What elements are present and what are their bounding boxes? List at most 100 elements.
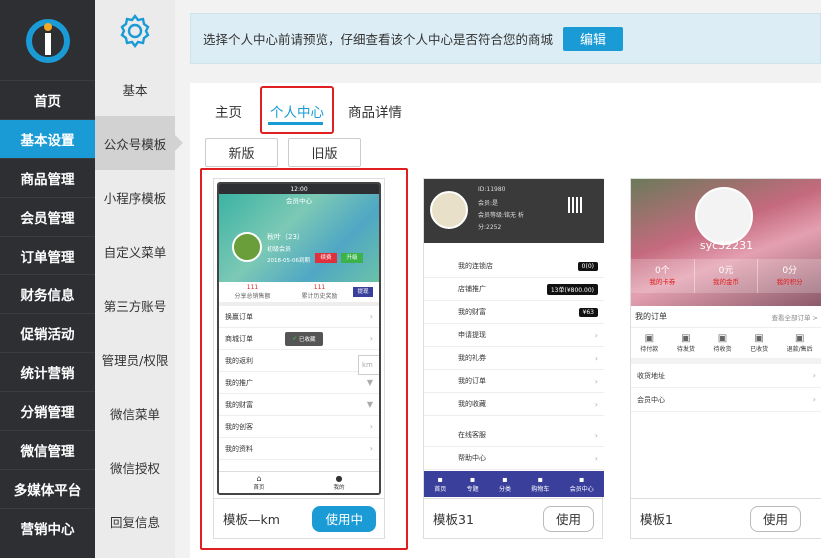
stats-row: 0个 我的卡券 0元 我的金币 0分 我的积分 — [631, 259, 821, 293]
stat-item[interactable]: 0个 我的卡券 — [631, 259, 695, 293]
nav-item-10[interactable]: 多媒体平台 — [0, 468, 95, 508]
nav-item-6[interactable]: 促销活动 — [0, 313, 95, 352]
template-preview-1: syc32231 0个 我的卡券 0元 我的金币 0分 我的积分 我的订单 查看全部订单 … — [631, 179, 821, 497]
chevron-right-icon: › — [594, 376, 598, 386]
order-status-label: 待发货 — [676, 346, 695, 353]
nav-item-8[interactable]: 分销管理 — [0, 391, 95, 430]
order-status-label: 待付款 — [640, 346, 659, 353]
nav-item-3[interactable]: 会员管理 — [0, 196, 95, 236]
order-status-icon: ▣ — [754, 333, 764, 344]
order-status-label: 待收货 — [713, 346, 732, 353]
secondary-sidebar: 基本 公众号模板 小程序模板 自定义菜单 第三方账号 管理员/权限 微信菜单 微信授权 回复信息 — [95, 0, 183, 558]
edit-button[interactable]: 编辑 — [563, 26, 624, 51]
chevron-right-icon: › — [594, 430, 598, 440]
template-panel: 主页 个人中心 商品详情 新版 旧版 12:00 会员中心 秋叶（23） 初级会… — [190, 83, 821, 558]
sub-item-3[interactable]: 自定义菜单 — [95, 224, 175, 278]
preview-menu-label: 我的收藏 — [458, 400, 486, 408]
order-status-row: ▣ 待付款 ▣ 待发货 ▣ 待收货 ▣ 已收货 ▣ 退款/售后 — [631, 328, 821, 364]
preview-menu-row: 我的财富 ¥63 — [424, 301, 604, 324]
template-card-31[interactable]: ID:11980 会员:是 会员等级:铭无 析 分:2252 我的连锁店 0(0)… — [423, 178, 604, 539]
order-status-item[interactable]: ▣ 待收货 — [713, 333, 731, 353]
stat-item[interactable]: 0分我的积分 — [758, 259, 821, 293]
tab-label: 首页 — [434, 486, 447, 493]
sub-item-1[interactable]: 公众号模板 — [95, 116, 183, 170]
card-footer: 模板31 使用 — [424, 498, 602, 538]
tab-label: 分类 — [498, 486, 511, 493]
stat-value: 0元 — [718, 266, 734, 276]
template-preview-31: ID:11980 会员:是 会员等级:铭无 析 分:2252 我的连锁店 0(0)… — [424, 179, 604, 497]
tab-highlight-frame — [260, 86, 334, 134]
tab-icon: ▪ — [537, 475, 544, 484]
order-status-label: 已收货 — [750, 346, 769, 353]
sub-item-0[interactable]: 基本 — [95, 62, 175, 116]
tab-icon: ▪ — [469, 475, 476, 484]
tab-label: 购物车 — [531, 486, 550, 493]
sub-item-2[interactable]: 小程序模板 — [95, 170, 175, 224]
tab-icon: ▪ — [437, 475, 443, 484]
sub-item-4[interactable]: 第三方账号 — [95, 278, 175, 332]
nav-item-2[interactable]: 商品管理 — [0, 157, 95, 197]
username: syc32231 — [699, 239, 754, 252]
preview-menu-row: 我的订单 › — [424, 370, 604, 393]
preview-menu-label: 我的连锁店 — [458, 262, 493, 270]
avatar — [695, 187, 753, 245]
use-button[interactable]: 使用 — [542, 505, 594, 532]
preview-menu-row[interactable]: 会员中心 › — [631, 388, 821, 412]
preview-menu-value: 13单(¥800.00) — [546, 283, 598, 295]
nav-item-4[interactable]: 订单管理 — [0, 235, 95, 275]
sub-item-8[interactable]: 回复信息 — [95, 494, 175, 548]
preview-menu-row[interactable]: 收货地址 › — [631, 364, 821, 388]
qr-code-icon — [568, 197, 584, 213]
avatar — [430, 191, 468, 229]
chevron-right-icon: › — [812, 395, 816, 404]
stat-label: 我的卡券 — [649, 278, 676, 286]
stat-value: 0分 — [782, 266, 798, 276]
chevron-right-icon: › — [594, 399, 598, 409]
new-version-button[interactable]: 新版 — [205, 138, 278, 167]
tab-label: 会员中心 — [569, 486, 594, 493]
tab-label: 专题 — [466, 486, 479, 493]
selected-template-frame — [200, 168, 408, 550]
order-status-icon: ▣ — [644, 333, 655, 344]
chevron-right-icon: › — [812, 371, 816, 380]
order-status-item[interactable]: ▣ 已收货 — [750, 333, 768, 353]
tab-home[interactable]: 主页 — [215, 101, 242, 121]
order-status-item[interactable]: ▣ 待发货 — [677, 333, 695, 353]
phone-tab[interactable]: ▪ 分类 — [499, 475, 511, 493]
order-status-icon: ▣ — [681, 333, 691, 344]
use-button[interactable]: 使用 — [749, 505, 801, 532]
phone-tab[interactable]: ▪ 购物车 — [531, 475, 549, 493]
phone-tab[interactable]: ▪ 首页 — [434, 475, 446, 493]
view-all-orders-link[interactable]: 查看全部订单 > — [771, 312, 818, 322]
order-status-item[interactable]: ▣ 待付款 — [640, 333, 658, 353]
preview-menu-row: 我的礼券 › — [424, 347, 604, 370]
nav-item-5[interactable]: 财务信息 — [0, 274, 95, 313]
phone-tab[interactable]: ▪ 会员中心 — [570, 475, 594, 493]
stat-item[interactable]: 0元 我的金币 — [695, 259, 759, 293]
phone-tab[interactable]: ▪ 专题 — [467, 475, 479, 493]
order-status-label: 退款/售后 — [786, 346, 813, 353]
nav-item-1[interactable]: 基本设置 — [0, 118, 95, 158]
old-version-button[interactable]: 旧版 — [288, 138, 361, 167]
nav-item-0[interactable]: 首页 — [0, 80, 95, 119]
notice-text: 选择个人中心前请预览，仔细查看该个人中心是否符合您的商城 — [203, 32, 554, 47]
sub-item-7[interactable]: 微信授权 — [95, 440, 175, 494]
sub-item-6[interactable]: 微信菜单 — [95, 386, 175, 440]
preview-menu-list: 我的连锁店 0(0) 店铺推广 13单(¥800.00) 我的财富 ¥63 申请提现 › 我的礼… — [424, 243, 604, 470]
nav-item-11[interactable]: 营销中心 — [0, 507, 95, 547]
order-status-icon: ▣ — [717, 333, 728, 344]
notice-bar: 选择个人中心前请预览，仔细查看该个人中心是否符合您的商城 编辑 — [190, 13, 821, 64]
preview-menu-row: 店铺推广 13单(¥800.00) — [424, 278, 604, 301]
logo-icon — [25, 19, 70, 63]
order-status-item[interactable]: ▣ 退款/售后 — [787, 333, 813, 353]
preview-menu-list: 收货地址 › 会员中心 › — [631, 364, 821, 412]
stat-label: 我的积分 — [776, 278, 803, 286]
nav-item-7[interactable]: 统计营销 — [0, 352, 95, 391]
sub-item-5[interactable]: 管理员/权限 — [95, 332, 175, 386]
card-footer: 模板1 使用 — [631, 498, 821, 538]
nav-item-9[interactable]: 微信管理 — [0, 430, 95, 469]
tab-product-detail[interactable]: 商品详情 — [348, 101, 402, 121]
profile-header: ID:11980 会员:是 会员等级:铭无 析 分:2252 — [424, 179, 604, 243]
template-card-1[interactable]: syc32231 0个 我的卡券 0元 我的金币 0分 我的积分 我的订单 查看全部订单 … — [630, 178, 821, 539]
preview-menu-label: 我的财富 — [458, 308, 486, 316]
